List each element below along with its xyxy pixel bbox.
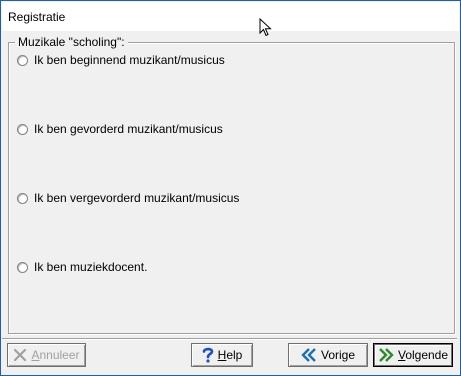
schooling-groupbox <box>8 42 455 334</box>
option-label: Ik ben vergevorderd muzikant/musicus <box>34 191 240 205</box>
title-bar: Registratie <box>2 2 459 31</box>
option-label: Ik ben beginnend muzikant/musicus <box>34 53 225 67</box>
help-button[interactable]: Help <box>191 343 253 367</box>
window-title: Registratie <box>8 10 66 24</box>
next-button[interactable]: Volgende <box>373 343 453 367</box>
radio-button[interactable] <box>17 192 28 204</box>
radio-button[interactable] <box>17 261 28 273</box>
double-chevron-right-icon <box>378 348 394 362</box>
help-label: Help <box>217 348 243 362</box>
radio-button[interactable] <box>17 54 28 66</box>
option-label: Ik ben muziekdocent. <box>34 260 148 274</box>
double-chevron-left-icon <box>301 348 317 362</box>
previous-button[interactable]: Vorige <box>288 343 368 367</box>
close-icon <box>13 348 27 362</box>
cancel-label: Annuleer <box>31 348 80 362</box>
question-mark-icon <box>202 347 214 363</box>
next-label: Volgende <box>397 348 449 362</box>
radio-button[interactable] <box>17 123 28 135</box>
option-very-advanced[interactable]: Ik ben vergevorderd muzikant/musicus <box>17 191 239 205</box>
option-beginner[interactable]: Ik ben beginnend muzikant/musicus <box>17 53 225 67</box>
option-music-teacher[interactable]: Ik ben muziekdocent. <box>17 260 147 274</box>
mouse-cursor-icon <box>259 18 272 37</box>
cancel-button[interactable]: Annuleer <box>7 343 86 367</box>
groupbox-legend: Muzikale "scholing": <box>15 35 128 49</box>
previous-label: Vorige <box>320 348 356 362</box>
option-label: Ik ben gevorderd muzikant/musicus <box>34 122 223 136</box>
option-advanced[interactable]: Ik ben gevorderd muzikant/musicus <box>17 122 223 136</box>
